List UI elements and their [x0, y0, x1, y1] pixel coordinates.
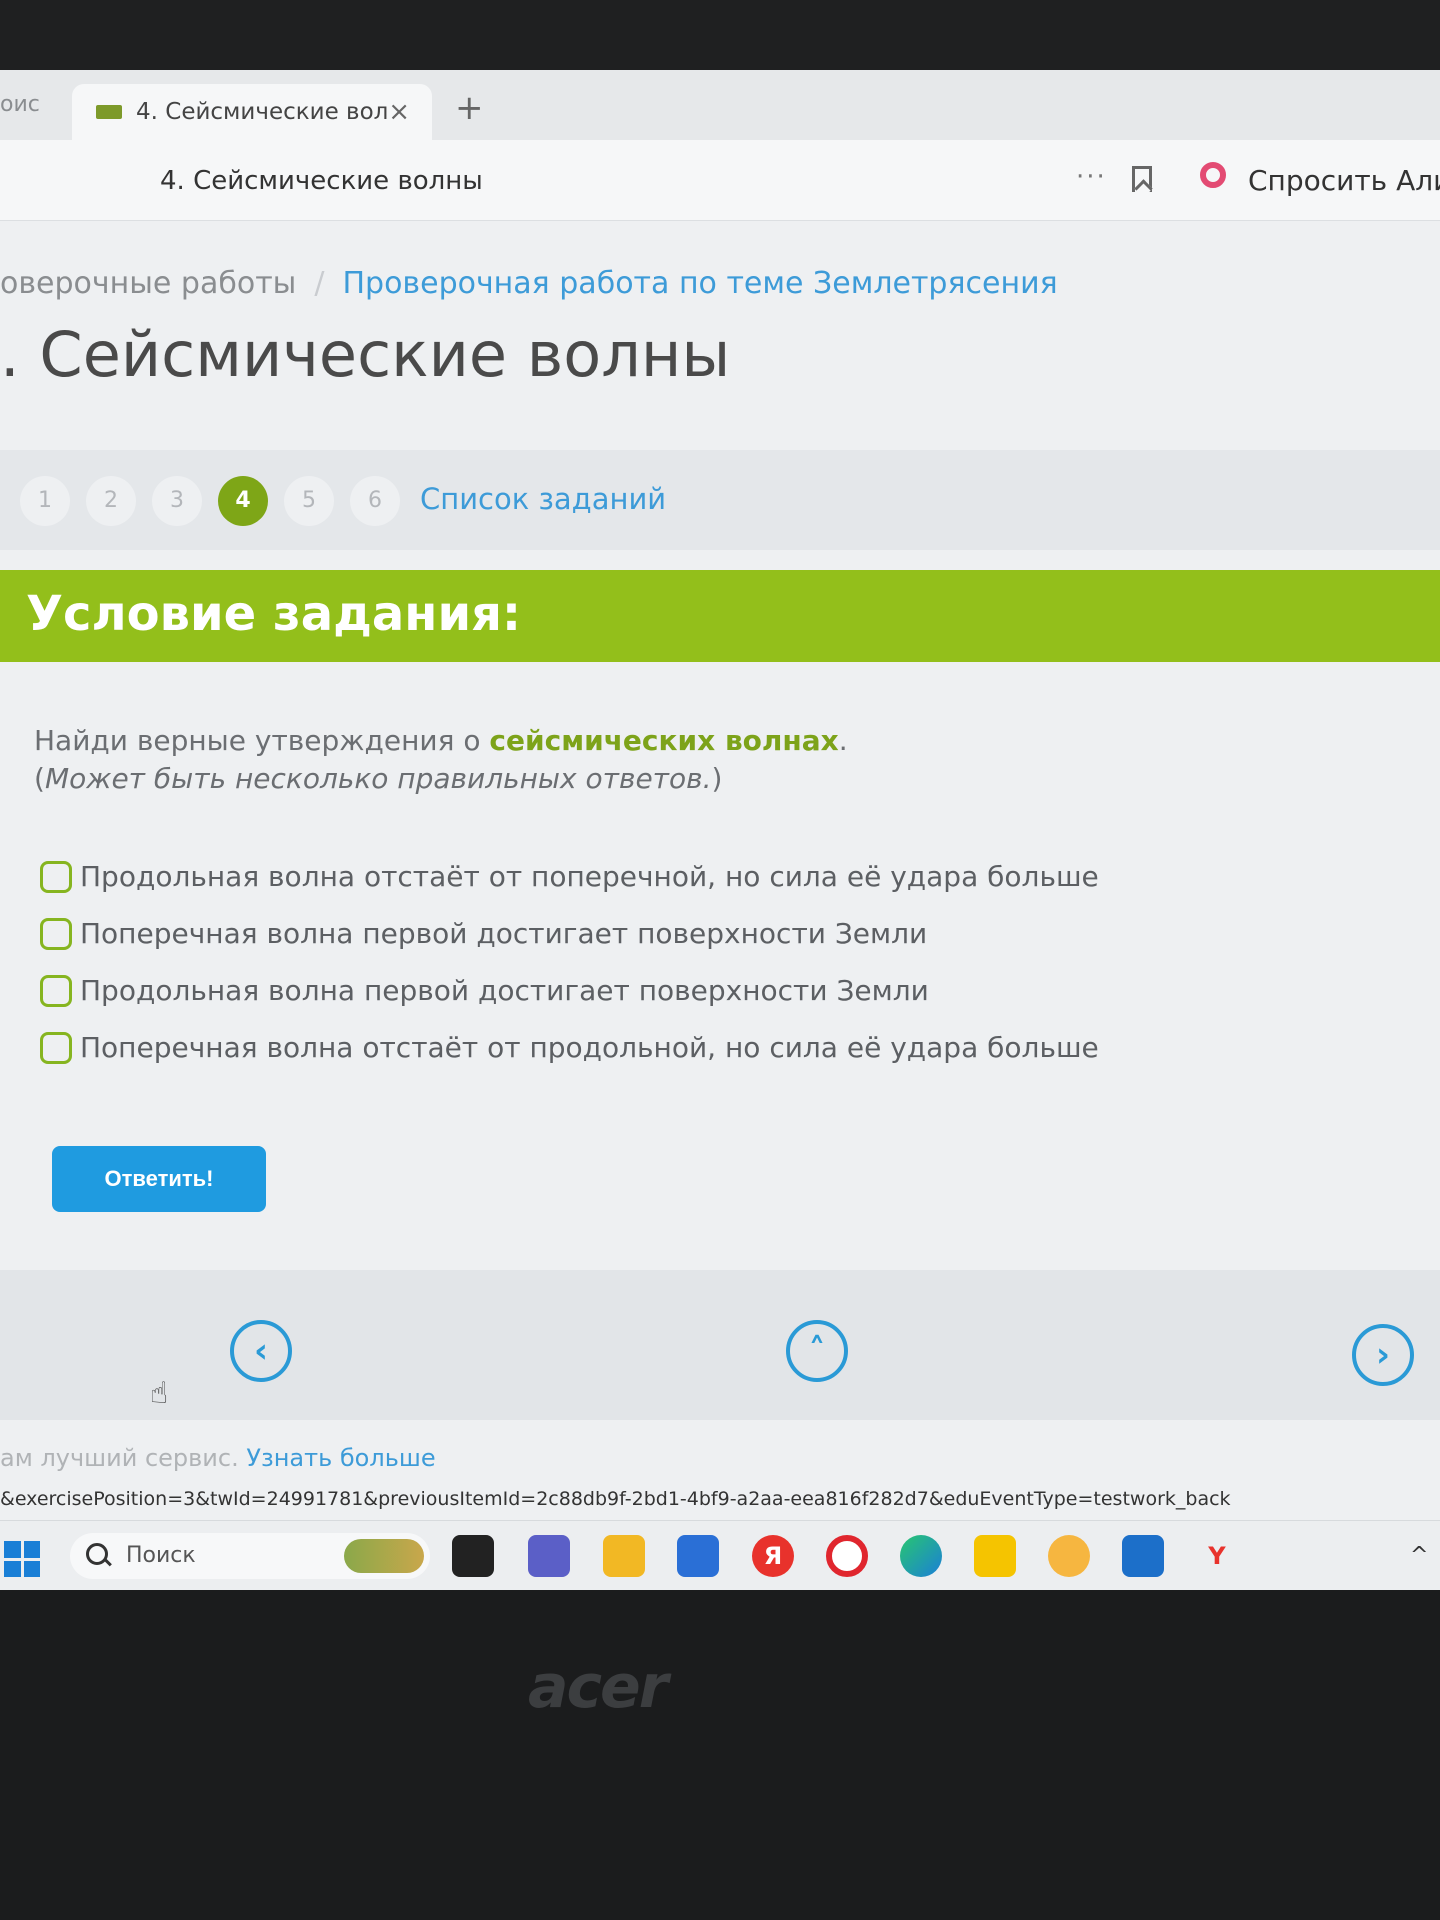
learn-more-link[interactable]: Узнать больше	[246, 1444, 435, 1472]
page-3[interactable]: 3	[152, 476, 202, 526]
answer-option[interactable]: Продольная волна первой достигает поверх…	[40, 974, 929, 1007]
laptop-bezel-top	[0, 0, 1440, 70]
prev-task-icon[interactable]: ‹	[230, 1320, 292, 1382]
tab-previous[interactable]: оис	[0, 92, 40, 117]
question-after: .	[838, 724, 848, 757]
ask-alice-button[interactable]: Спросить Алис	[1248, 164, 1440, 197]
page-title: . Сейсмические волны	[0, 318, 731, 391]
page-5[interactable]: 5	[284, 476, 334, 526]
file-explorer-icon[interactable]	[603, 1535, 645, 1577]
search-placeholder: Поиск	[126, 1543, 196, 1568]
tab-close-icon[interactable]: ×	[388, 97, 410, 127]
breadcrumb-current[interactable]: Проверочная работа по теме Землетрясения	[342, 266, 1057, 301]
acer-logo: acer	[528, 1652, 668, 1722]
tab-strip: оис 4. Сейсмические волн × +	[0, 70, 1440, 140]
ink-app-icon[interactable]	[974, 1535, 1016, 1577]
new-tab-button[interactable]: +	[455, 88, 484, 128]
next-task-icon[interactable]: ›	[1352, 1324, 1414, 1386]
question-before: Найди верные утверждения о	[34, 724, 490, 757]
task-pager: 1 2 3 4 5 6 Список заданий	[0, 450, 1440, 550]
option-label[interactable]: Поперечная волна первой достигает поверх…	[80, 917, 927, 950]
windows-start-icon[interactable]	[4, 1541, 40, 1577]
scroll-up-icon[interactable]: ˄	[786, 1320, 848, 1382]
checkbox[interactable]	[40, 974, 72, 1007]
option-label[interactable]: Продольная волна отстаёт от поперечной, …	[80, 860, 1099, 893]
question-highlight: сейсмических волнах	[489, 724, 839, 757]
page-4-active[interactable]: 4	[218, 476, 268, 526]
edge-icon[interactable]	[900, 1535, 942, 1577]
notes-app-icon[interactable]	[452, 1535, 494, 1577]
address-bar: 4. Сейсмические волны ··· Спросить Алис	[0, 140, 1440, 221]
task-list-link[interactable]: Список заданий	[420, 482, 666, 516]
opera-icon[interactable]	[826, 1535, 868, 1577]
question-note: Может быть несколько правильных ответов.	[44, 762, 712, 795]
checkbox[interactable]	[40, 917, 72, 950]
teams-icon[interactable]	[528, 1535, 570, 1577]
screen: оис 4. Сейсмические волн × + 4. Сейсмиче…	[0, 70, 1440, 1590]
note-close: )	[711, 762, 723, 795]
checkbox[interactable]	[40, 860, 72, 893]
checkbox[interactable]	[40, 1031, 72, 1064]
navigation-area: ‹ ˄ ›	[0, 1270, 1440, 1420]
outlook-icon[interactable]	[1122, 1535, 1164, 1577]
status-url: &exercisePosition=3&twId=24991781&previo…	[0, 1488, 1231, 1510]
search-highlight-image	[344, 1539, 424, 1573]
tab-title: 4. Сейсмические волн	[136, 99, 389, 125]
bookmark-icon[interactable]	[1132, 166, 1152, 192]
taskbar: Поиск Я Y ^	[0, 1520, 1440, 1590]
footer-promo: ам лучший сервис. Узнать больше	[0, 1444, 436, 1472]
yandex-browser-icon[interactable]: Я	[752, 1535, 794, 1577]
breadcrumb-separator: /	[314, 266, 325, 301]
answer-option[interactable]: Поперечная волна первой достигает поверх…	[40, 917, 927, 950]
answer-option[interactable]: Продольная волна отстаёт от поперечной, …	[40, 860, 1099, 893]
task-banner: Условие задания:	[0, 570, 1440, 662]
more-icon[interactable]: ···	[1076, 162, 1107, 192]
hand-cursor-icon: ☝	[150, 1376, 169, 1411]
question-text: Найди верные утверждения о сейсмических …	[34, 722, 848, 798]
search-icon	[86, 1543, 108, 1565]
breadcrumb: оверочные работы / Проверочная работа по т…	[0, 266, 1058, 301]
note-open: (	[34, 762, 45, 795]
store-icon[interactable]	[677, 1535, 719, 1577]
footer-text: ам лучший сервис.	[0, 1444, 247, 1472]
yandex-app-icon[interactable]: Y	[1196, 1535, 1238, 1577]
banner-title: Условие задания:	[26, 586, 522, 642]
page-1[interactable]: 1	[20, 476, 70, 526]
submit-button[interactable]: Ответить!	[52, 1146, 266, 1212]
option-label[interactable]: Продольная волна первой достигает поверх…	[80, 974, 929, 1007]
chevron-up-icon[interactable]: ^	[1410, 1543, 1428, 1568]
address-page-title[interactable]: 4. Сейсмические волны	[160, 166, 483, 196]
tab-favicon-icon	[96, 105, 122, 119]
taskbar-search[interactable]: Поиск	[70, 1533, 430, 1579]
page-2[interactable]: 2	[86, 476, 136, 526]
tab-active[interactable]: 4. Сейсмические волн ×	[72, 84, 432, 140]
alice-icon[interactable]	[1200, 162, 1226, 188]
breadcrumb-parent[interactable]: оверочные работы	[0, 266, 296, 301]
page-6[interactable]: 6	[350, 476, 400, 526]
option-label[interactable]: Поперечная волна отстаёт от продольной, …	[80, 1031, 1099, 1064]
answer-option[interactable]: Поперечная волна отстаёт от продольной, …	[40, 1031, 1099, 1064]
music-app-icon[interactable]	[1048, 1535, 1090, 1577]
laptop-bezel-bottom: acer	[0, 1590, 1440, 1920]
